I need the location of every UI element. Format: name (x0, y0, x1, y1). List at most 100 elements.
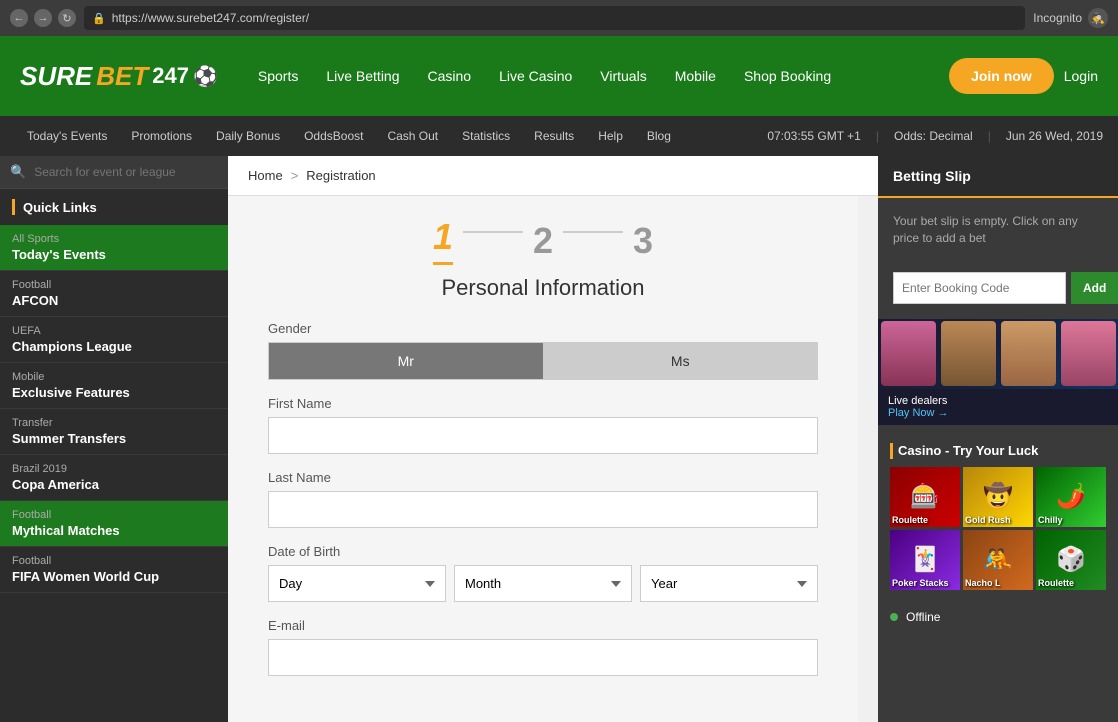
date-display: Jun 26 Wed, 2019 (1006, 129, 1103, 143)
dob-row: Day Month Year (268, 565, 818, 602)
step-3: 3 (633, 220, 653, 262)
search-box[interactable]: 🔍 (0, 156, 228, 189)
dob-group: Date of Birth Day Month Year (268, 544, 818, 602)
casino-game-chilly[interactable]: 🌶️ Chilly (1036, 467, 1106, 527)
time-display: 07:03:55 GMT +1 (767, 129, 861, 143)
chat-bar[interactable]: Offline (878, 602, 1118, 632)
sec-nav-promotions[interactable]: Promotions (119, 129, 204, 143)
casino-bar (890, 443, 893, 459)
dob-day-select[interactable]: Day (268, 565, 446, 602)
gender-label: Gender (268, 321, 818, 336)
odds-display: Odds: Decimal (894, 129, 973, 143)
step-2: 2 (533, 220, 553, 262)
sec-nav-cashout[interactable]: Cash Out (375, 129, 450, 143)
step-1: 1 (433, 216, 453, 265)
sidebar-item-summer-transfers[interactable]: Transfer Summer Transfers (0, 409, 228, 455)
step-1-number: 1 (433, 216, 453, 258)
nav-live-casino[interactable]: Live Casino (499, 68, 572, 84)
casino-game-poker[interactable]: 🃏 Poker Stacks (890, 530, 960, 590)
sidebar-item-all-sports[interactable]: All Sports Today's Events (0, 225, 228, 271)
booking-code-input[interactable] (893, 272, 1066, 304)
chat-online-dot (890, 613, 898, 621)
add-booking-button[interactable]: Add (1071, 272, 1118, 304)
nav-virtuals[interactable]: Virtuals (600, 68, 646, 84)
casino-game-nacho-label: Nacho L (965, 578, 1001, 588)
first-name-input[interactable] (268, 417, 818, 454)
breadcrumb: Home > Registration (228, 156, 878, 196)
forward-button[interactable]: → (34, 9, 52, 27)
nav-sports[interactable]: Sports (258, 68, 298, 84)
casino-game-goldrush[interactable]: 🤠 Gold Rush (963, 467, 1033, 527)
logo-247: 247 (152, 63, 189, 89)
incognito-icon: 🕵 (1088, 8, 1108, 28)
step-3-number: 3 (633, 220, 653, 262)
casino-title: Casino - Try Your Luck (898, 443, 1038, 458)
sec-nav-statistics[interactable]: Statistics (450, 129, 522, 143)
gender-row: Mr Ms (268, 342, 818, 380)
join-button[interactable]: Join now (949, 58, 1054, 94)
back-button[interactable]: ← (10, 9, 28, 27)
live-dealers-image (878, 319, 1118, 389)
sidebar-item-fifa-women[interactable]: Football FIFA Women World Cup (0, 547, 228, 593)
header-nav: Sports Live Betting Casino Live Casino V… (258, 68, 929, 84)
casino-game-roulette-table[interactable]: 🎲 Roulette (1036, 530, 1106, 590)
casino-header: Casino - Try Your Luck (878, 435, 1118, 467)
chat-status: Offline (906, 610, 940, 624)
sidebar-item-copa-america[interactable]: Brazil 2019 Copa America (0, 455, 228, 501)
nav-casino[interactable]: Casino (428, 68, 472, 84)
sec-nav-todays-events[interactable]: Today's Events (15, 129, 119, 143)
dealer-silhouettes (878, 319, 1118, 389)
sec-nav-help[interactable]: Help (586, 129, 635, 143)
step-2-number: 2 (533, 220, 553, 262)
logo: SUREBET247 ⚽ (20, 61, 218, 92)
live-dealers-section: Live dealers Play Now → (878, 319, 1118, 425)
casino-grid: 🎰 Roulette 🤠 Gold Rush 🌶️ Chilly 🃏 (878, 467, 1118, 602)
sec-nav-results[interactable]: Results (522, 129, 586, 143)
nav-shop-booking[interactable]: Shop Booking (744, 68, 831, 84)
dob-month-select[interactable]: Month (454, 565, 632, 602)
dealer-2 (941, 321, 996, 386)
casino-game-chilly-label: Chilly (1038, 515, 1063, 525)
registration-container: 1 2 3 Personal Information Gender Mr Ms (228, 196, 858, 722)
last-name-label: Last Name (268, 470, 818, 485)
login-button[interactable]: Login (1064, 68, 1098, 84)
gender-mr-button[interactable]: Mr (268, 342, 544, 380)
address-bar[interactable]: 🔒 https://www.surebet247.com/register/ (84, 6, 1025, 30)
casino-game-roulette[interactable]: 🎰 Roulette (890, 467, 960, 527)
sidebar-item-mythical-matches[interactable]: Football Mythical Matches (0, 501, 228, 547)
sec-nav-oddsboost[interactable]: OddsBoost (292, 129, 375, 143)
sidebar-item-afcon[interactable]: Football AFCON (0, 271, 228, 317)
search-icon: 🔍 (10, 164, 26, 180)
browser-bar: ← → ↻ 🔒 https://www.surebet247.com/regis… (0, 0, 1118, 36)
secondary-nav: Today's Events Promotions Daily Bonus Od… (0, 116, 1118, 156)
sec-nav-daily-bonus[interactable]: Daily Bonus (204, 129, 292, 143)
casino-game-poker-label: Poker Stacks (892, 578, 949, 588)
form-title: Personal Information (268, 275, 818, 301)
sec-nav-right: 07:03:55 GMT +1 | Odds: Decimal | Jun 26… (767, 129, 1103, 143)
reload-button[interactable]: ↻ (58, 9, 76, 27)
dob-label: Date of Birth (268, 544, 818, 559)
email-input[interactable] (268, 639, 818, 676)
dealer-3 (1001, 321, 1056, 386)
breadcrumb-home[interactable]: Home (248, 168, 283, 183)
step-divider-1-2 (463, 231, 523, 233)
dob-year-select[interactable]: Year (640, 565, 818, 602)
sidebar-item-exclusive-features[interactable]: Mobile Exclusive Features (0, 363, 228, 409)
gender-ms-button[interactable]: Ms (544, 342, 819, 380)
email-label: E-mail (268, 618, 818, 633)
sidebar: 🔍 Quick Links All Sports Today's Events … (0, 156, 228, 722)
live-dealers-play[interactable]: Play Now → (888, 407, 1108, 419)
sec-nav-blog[interactable]: Blog (635, 129, 683, 143)
casino-game-nacho[interactable]: 🤼 Nacho L (963, 530, 1033, 590)
sidebar-item-champions-league[interactable]: UEFA Champions League (0, 317, 228, 363)
betting-slip-header: Betting Slip (878, 156, 1118, 198)
betting-slip-empty-text: Your bet slip is empty. Click on any pri… (878, 198, 1118, 262)
nav-mobile[interactable]: Mobile (675, 68, 716, 84)
last-name-input[interactable] (268, 491, 818, 528)
dealer-1 (881, 321, 936, 386)
incognito-area: Incognito 🕵 (1033, 8, 1108, 28)
nav-live-betting[interactable]: Live Betting (326, 68, 399, 84)
search-input[interactable] (34, 165, 218, 179)
booking-code-row: Add (893, 272, 1103, 304)
quick-links-bar (12, 199, 15, 215)
